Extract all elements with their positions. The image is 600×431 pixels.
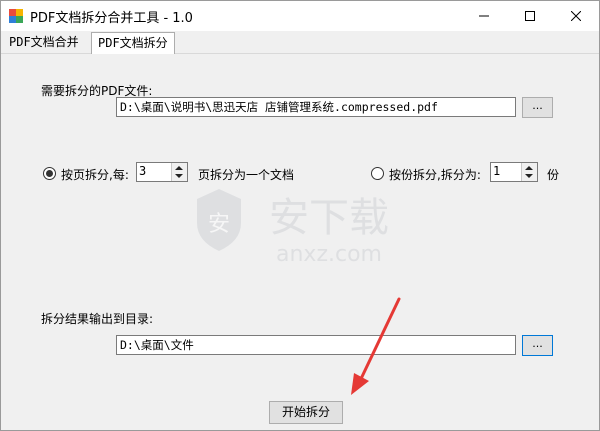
annotation-arrow-icon — [351, 297, 401, 395]
app-window: PDF文档拆分合并工具 - 1.0 PDF文档合并 PDF文档拆分 安 安下载 … — [0, 0, 600, 431]
